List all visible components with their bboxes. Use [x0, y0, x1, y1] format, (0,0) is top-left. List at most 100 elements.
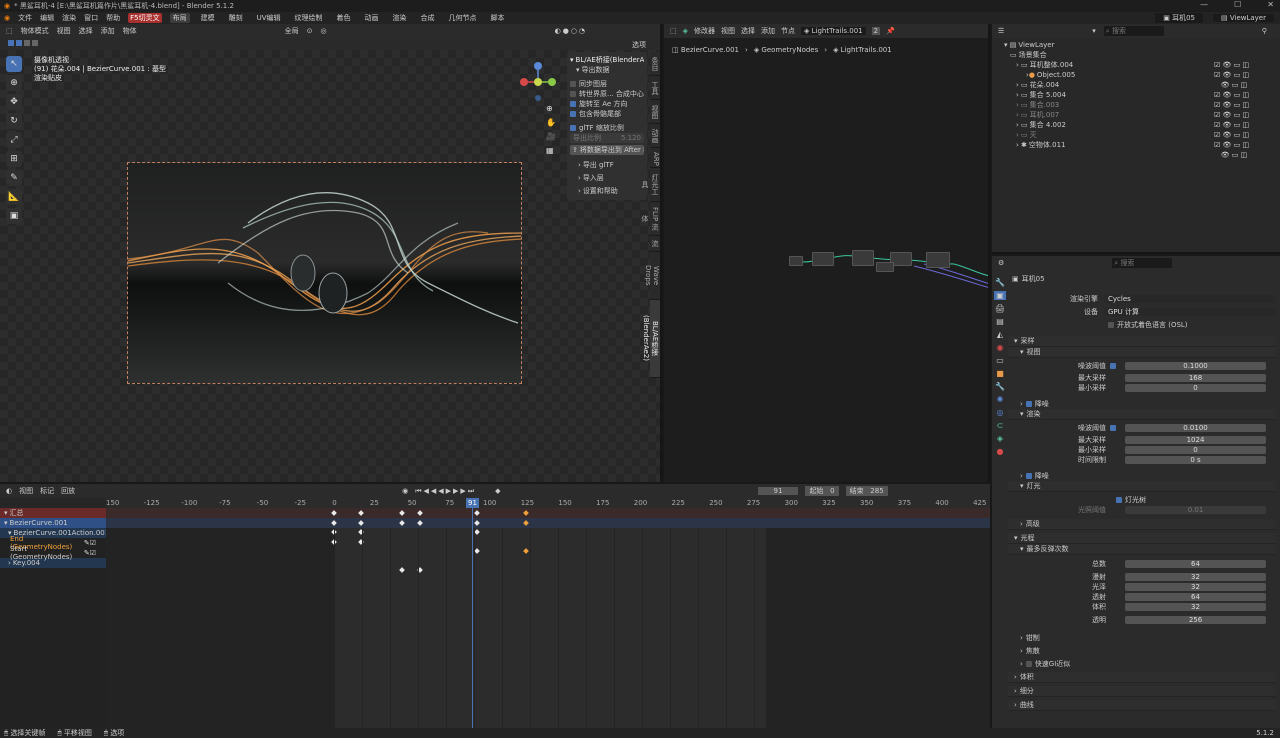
- visibility-toggles[interactable]: 👁 ▭ ◫: [1214, 80, 1249, 90]
- sidebar-tab-bl-ae[interactable]: BL/AE桥接(BlenderAe2): [642, 300, 660, 378]
- pan-hand-icon[interactable]: ✋: [546, 118, 556, 127]
- light-threshold-field[interactable]: 0.01: [1125, 506, 1266, 514]
- channel-object[interactable]: ▾ BezierCurve.001: [0, 518, 106, 528]
- transform-orientation-dropdown[interactable]: 全局: [285, 26, 299, 36]
- render-noise-field[interactable]: 0.0100: [1125, 424, 1266, 432]
- geometry-node[interactable]: [812, 252, 834, 266]
- settings-help-section[interactable]: › 设置和帮助: [570, 186, 644, 196]
- dope-sheet[interactable]: ◐ 视图 标记 回放 ◉ ⏮◀◀◀▶▶▶⏭ ◆ 91 起始 0 结束 285 1…: [0, 484, 990, 728]
- visibility-toggles[interactable]: ☑ 👁 ▭ ◫: [1214, 110, 1249, 120]
- sidebar-tab-view[interactable]: 视图: [650, 100, 660, 124]
- editor-type-icon[interactable]: ☰: [998, 27, 1004, 35]
- geometry-node[interactable]: [926, 252, 950, 268]
- bounce-transmission-field[interactable]: 64: [1125, 593, 1266, 601]
- checkbox-checked[interactable]: [1110, 363, 1116, 369]
- keyframe-area[interactable]: [106, 508, 990, 728]
- node-editor[interactable]: ⬚ ◈ 修改器 视图 选择 添加 节点 ◈ LightTrails.001 2 …: [664, 24, 990, 482]
- workspace-tab-sculpt[interactable]: 雕刻: [226, 13, 246, 23]
- workspace-tab-uv[interactable]: UV编辑: [254, 13, 284, 23]
- dope-menu-playback[interactable]: 回放: [61, 486, 75, 496]
- sidebar-tab-animation[interactable]: 动画: [650, 124, 660, 148]
- viewport-menu-add[interactable]: 添加: [101, 26, 115, 36]
- playback-controls[interactable]: ⏮◀◀◀▶▶▶⏭: [415, 487, 476, 496]
- constraints-tab-icon[interactable]: ⊂: [997, 421, 1004, 430]
- checkbox-checked[interactable]: [570, 125, 576, 131]
- start-frame-field[interactable]: 起始 0: [805, 486, 839, 496]
- osl-row[interactable]: 开放式着色语言 (OSL): [1008, 320, 1276, 330]
- bounce-glossy-field[interactable]: 32: [1125, 583, 1266, 591]
- viewport-noise-field[interactable]: 0.1000: [1125, 362, 1266, 370]
- measure-tool-icon[interactable]: 📐: [6, 189, 22, 205]
- close-icon[interactable]: ✕: [1267, 0, 1274, 9]
- scene-selector[interactable]: ▣ 耳机05: [1155, 13, 1204, 23]
- camera-view-icon[interactable]: 🎥: [546, 132, 556, 141]
- zoom-icon[interactable]: ⊕: [546, 104, 556, 113]
- add-cube-tool-icon[interactable]: ▣: [6, 208, 22, 224]
- volumes-panel[interactable]: › 体积: [1008, 672, 1276, 683]
- checkbox-checked[interactable]: [1116, 497, 1122, 503]
- sidebar-tab-tool[interactable]: 工具: [650, 76, 660, 100]
- dope-menu-marker[interactable]: 标记: [40, 486, 54, 496]
- viewport-menu-view[interactable]: 视图: [57, 26, 71, 36]
- visibility-toggles[interactable]: ☑ 👁 ▭ ◫: [1214, 130, 1249, 140]
- shading-modes[interactable]: ◐●○◔: [555, 27, 587, 35]
- data-tab-icon[interactable]: ◈: [997, 434, 1003, 443]
- menu-render[interactable]: 渲染: [62, 13, 76, 23]
- snap-icon[interactable]: ⊙: [307, 27, 313, 35]
- physics-tab-icon[interactable]: ◎: [997, 408, 1004, 417]
- light-paths-panel[interactable]: ▾ 光程: [1008, 533, 1276, 544]
- annotate-tool-icon[interactable]: ✎: [6, 170, 22, 186]
- move-tool-icon[interactable]: ✥: [6, 94, 22, 110]
- workspace-tab-shading[interactable]: 着色: [334, 13, 354, 23]
- checkbox[interactable]: [1108, 322, 1114, 328]
- visibility-toggles[interactable]: ☑ 👁 ▭ ◫: [1214, 70, 1249, 80]
- select-mode-icon[interactable]: [16, 40, 22, 46]
- keyframe[interactable]: [399, 567, 405, 573]
- visibility-toggles[interactable]: ☑ 👁 ▭ ◫: [1214, 90, 1249, 100]
- cursor-tool-icon[interactable]: ⊕: [6, 75, 22, 91]
- visibility-toggles[interactable]: 👁 ▭ ◫: [1214, 150, 1249, 160]
- visibility-toggles[interactable]: ☑ 👁 ▭ ◫: [1214, 120, 1249, 130]
- view-layer-tab-icon[interactable]: ▤: [996, 317, 1004, 326]
- frame-ruler[interactable]: 150 -125 -100 -75 -50 -25 0 25 50 75 100 125 150 175 2…: [106, 498, 990, 508]
- bounce-volume-field[interactable]: 32: [1125, 603, 1266, 611]
- outliner-search[interactable]: ⌕ 搜索: [1103, 26, 1164, 36]
- export-data-section[interactable]: ▾ 导出数据: [570, 65, 644, 75]
- checkbox-checked[interactable]: [570, 111, 576, 117]
- current-frame-field[interactable]: 91: [757, 487, 799, 495]
- menu-help[interactable]: 帮助: [106, 13, 120, 23]
- keyframe[interactable]: [474, 548, 481, 554]
- playhead-frame-label[interactable]: 91: [466, 498, 479, 508]
- device-dropdown[interactable]: GPU 计算: [1104, 308, 1276, 316]
- minimize-icon[interactable]: —: [1200, 0, 1208, 9]
- channel-start[interactable]: Start (GeometryNodes) ✎☑: [0, 545, 106, 561]
- menu-window[interactable]: 窗口: [84, 13, 98, 23]
- properties-search[interactable]: ⌕ 搜索: [1112, 258, 1173, 268]
- caustics-subpanel[interactable]: › 焦散: [1008, 646, 1276, 656]
- view-layer-selector[interactable]: ▤ ViewLayer: [1213, 14, 1274, 22]
- lights-subpanel[interactable]: ▾ 灯光: [1008, 481, 1276, 492]
- bounce-diffuse-field[interactable]: 32: [1125, 573, 1266, 581]
- output-tab-icon[interactable]: 🖨: [995, 304, 1005, 313]
- clamping-subpanel[interactable]: › 钳制: [1008, 633, 1276, 643]
- sidebar-tab-arp[interactable]: ARP: [650, 148, 660, 168]
- viewport-menu-object[interactable]: 物体: [123, 26, 137, 36]
- viewport-min-field[interactable]: 0: [1125, 384, 1266, 392]
- curves-panel[interactable]: › 曲线: [1008, 700, 1276, 711]
- select-mode-icon[interactable]: [24, 40, 30, 46]
- outliner-row[interactable]: ▭ 场景集合: [1004, 50, 1280, 60]
- viewport-denoise-row[interactable]: › 降噪: [1008, 399, 1276, 409]
- checkbox-checked[interactable]: [1025, 401, 1032, 407]
- outliner-filter-icon[interactable]: ⚲: [1262, 27, 1267, 35]
- outliner-row-viewlayer[interactable]: ▾ ▤ ViewLayer: [1004, 40, 1280, 50]
- sidebar-tab-item[interactable]: 条目: [650, 52, 660, 76]
- workspace-tab-scripting[interactable]: 脚本: [488, 13, 508, 23]
- export-ratio-row[interactable]: 导出比例 5.120: [570, 133, 644, 143]
- editor-type-icon[interactable]: ⬚: [6, 27, 13, 35]
- editor-type-icon[interactable]: ⚙: [998, 259, 1004, 267]
- geometry-node[interactable]: [852, 250, 874, 266]
- bounce-transparent-field[interactable]: 256: [1125, 616, 1266, 624]
- scene-tab-icon[interactable]: ◭: [997, 330, 1003, 339]
- workspace-tab-modeling[interactable]: 建模: [198, 13, 218, 23]
- addon-menu[interactable]: F5切灵文: [128, 13, 162, 23]
